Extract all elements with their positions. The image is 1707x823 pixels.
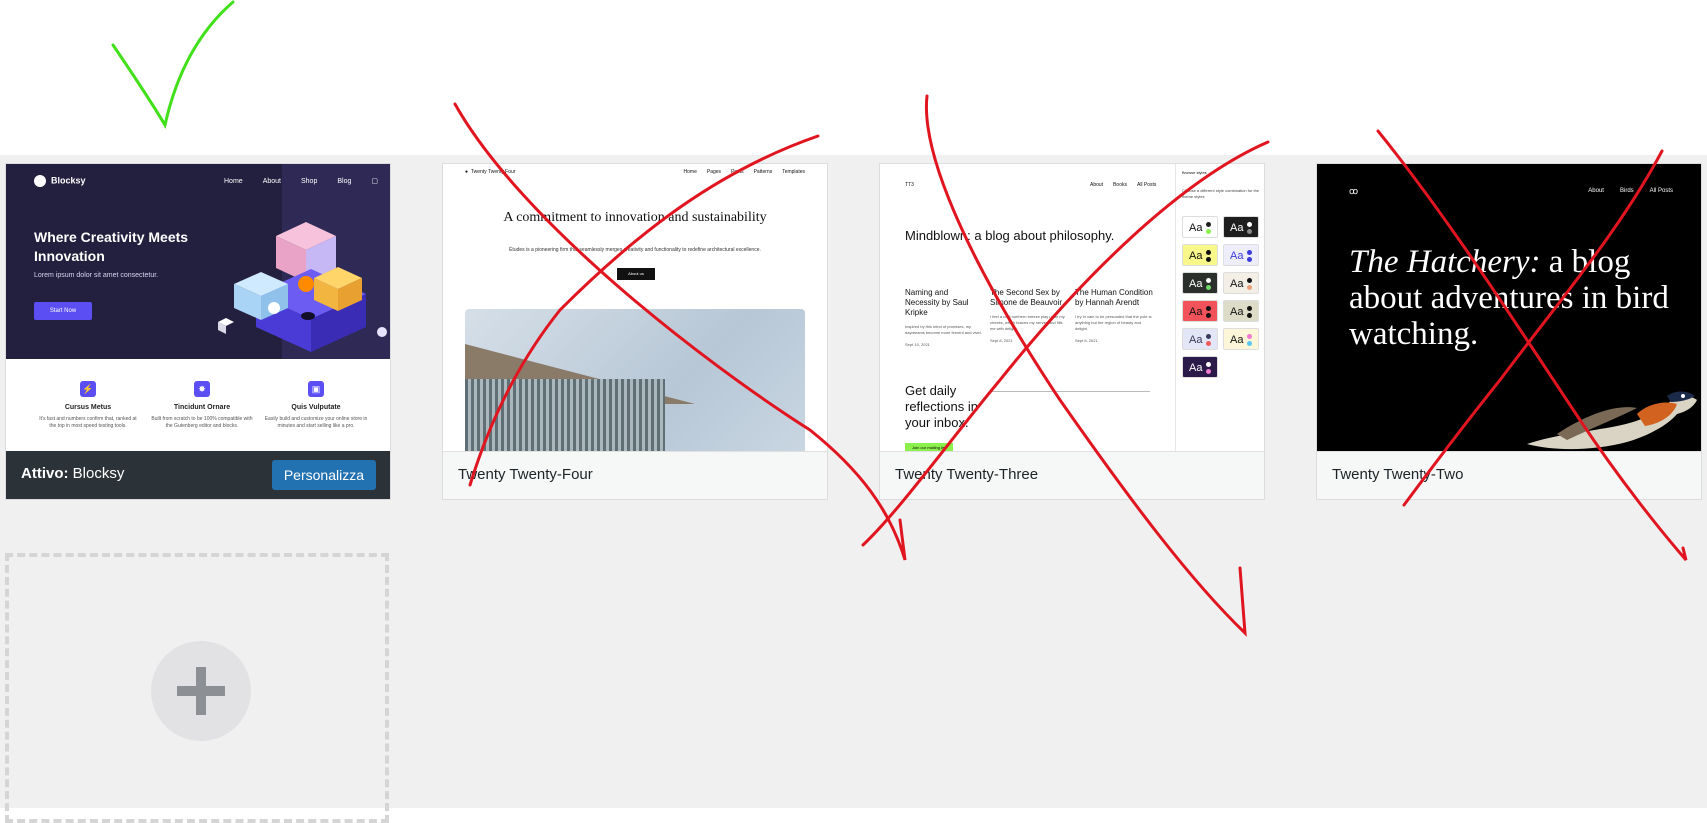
blocksy-logo: Blocksy <box>34 175 86 187</box>
plus-icon[interactable] <box>151 641 251 741</box>
add-new-theme-card[interactable] <box>5 553 389 823</box>
tt4-text: Études is a pioneering firm that seamles… <box>509 247 761 253</box>
feature-item: ⚡ Cursus Metus It's fast and numbers con… <box>28 381 148 430</box>
cart-icon: ▢ <box>371 178 378 185</box>
tt3-subscribe: Get daily reflections in your inbox. <box>905 383 978 430</box>
tt2-logo: ꝏ <box>1349 186 1358 196</box>
tt3-nav: About Books All Posts <box>1090 182 1157 188</box>
blocksy-hero: Blocksy Home About Shop Blog ▢ Where Creativ… <box>6 164 390 359</box>
blocksy-features: ⚡ Cursus Metus It's fast and numbers con… <box>6 359 390 451</box>
tt4-headline: A commitment to innovation and sustainab… <box>503 210 767 225</box>
blocksy-cta: Start Now <box>34 302 92 320</box>
tt3-headline: Mindblown: a blog about philosophy. <box>905 228 1115 243</box>
theme-name-bar: Twenty Twenty-Three <box>880 451 1264 499</box>
architecture-image <box>465 309 805 451</box>
theme-screenshot-twenty-twenty-three[interactable]: TT3 About Books All Posts Mindblown: a blo… <box>880 164 1264 451</box>
theme-card-blocksy[interactable]: Blocksy Home About Shop Blog ▢ Where Creativ… <box>5 163 391 500</box>
theme-screenshot-twenty-twenty-four[interactable]: ● Twenty Twenty Four Home Pages Posts Patte… <box>443 164 827 451</box>
bird-illustration <box>1527 391 1697 450</box>
post-item: The Human Condition by Hannah Arendt I t… <box>1075 288 1153 343</box>
style-swatch: Aa <box>1182 272 1218 294</box>
theme-name-bar: Attivo: Blocksy Personalizza <box>6 451 390 499</box>
style-swatch: Aa <box>1223 328 1259 350</box>
bolt-icon: ⚡ <box>80 381 96 397</box>
style-swatch: Aa <box>1182 328 1218 350</box>
style-swatch: Aa <box>1223 216 1259 238</box>
style-swatch: Aa <box>1223 300 1259 322</box>
theme-name: Twenty Twenty-Four <box>458 466 593 483</box>
blocksy-subtitle: Lorem ipsum dolor sit amet consectetur. <box>34 272 159 279</box>
tt4-nav: Home Pages Posts Patterns Templates <box>683 169 805 175</box>
post-item: The Second Sex by Simone de Beauvoir I f… <box>990 288 1065 343</box>
tt4-button: About us <box>617 268 655 280</box>
feature-item: ✸ Tincidunt Ornare Built from scratch to… <box>142 381 262 430</box>
theme-card-twenty-twenty-three[interactable]: TT3 About Books All Posts Mindblown: a blo… <box>879 163 1265 500</box>
style-swatch: Aa <box>1182 244 1218 266</box>
store-icon: ▣ <box>308 381 324 397</box>
style-swatch: Aa <box>1182 356 1218 378</box>
feature-item: ▣ Quis Vulputate Easily build and custom… <box>256 381 376 430</box>
tt2-headline: The Hatchery: a blog about adventures in… <box>1349 244 1669 352</box>
theme-screenshot-twenty-twenty-two[interactable]: ꝏ About Birds All Posts The Hatchery: a bl… <box>1317 164 1701 451</box>
theme-card-twenty-twenty-four[interactable]: ● Twenty Twenty Four Home Pages Posts Patte… <box>442 163 828 500</box>
isometric-illustration <box>218 222 387 352</box>
tt2-nav: About Birds All Posts <box>1588 188 1673 194</box>
tt3-logo: TT3 <box>905 182 914 188</box>
theme-screenshot-blocksy[interactable]: Blocksy Home About Shop Blog ▢ Where Creativ… <box>6 164 390 451</box>
active-theme-name: Attivo: Blocksy <box>21 465 125 482</box>
styles-panel: Browse styles Choose a different style c… <box>1175 164 1264 451</box>
tt3-join-button: Join our mailing list <box>905 443 953 451</box>
style-swatch: Aa <box>1223 244 1259 266</box>
post-item: Naming and Necessity by Saul Kripke Insp… <box>905 288 982 347</box>
style-swatch: Aa <box>1223 272 1259 294</box>
style-swatch: Aa <box>1182 300 1218 322</box>
tt4-site-title: ● Twenty Twenty Four <box>465 169 516 175</box>
checkmark-icon <box>111 0 235 129</box>
blocksy-nav: Home About Shop Blog ▢ <box>224 178 378 185</box>
theme-name: Twenty Twenty-Two <box>1332 466 1464 483</box>
customize-button[interactable]: Personalizza <box>271 460 376 490</box>
blocksy-title: Where Creativity Meets Innovation <box>34 229 189 264</box>
style-swatch: Aa <box>1182 216 1218 238</box>
theme-name-bar: Twenty Twenty-Four <box>443 451 827 499</box>
theme-name-bar: Twenty Twenty-Two <box>1317 451 1701 499</box>
theme-card-twenty-twenty-two[interactable]: ꝏ About Birds All Posts The Hatchery: a bl… <box>1316 163 1702 500</box>
sparkle-icon: ✸ <box>194 381 210 397</box>
theme-name: Twenty Twenty-Three <box>895 466 1039 483</box>
